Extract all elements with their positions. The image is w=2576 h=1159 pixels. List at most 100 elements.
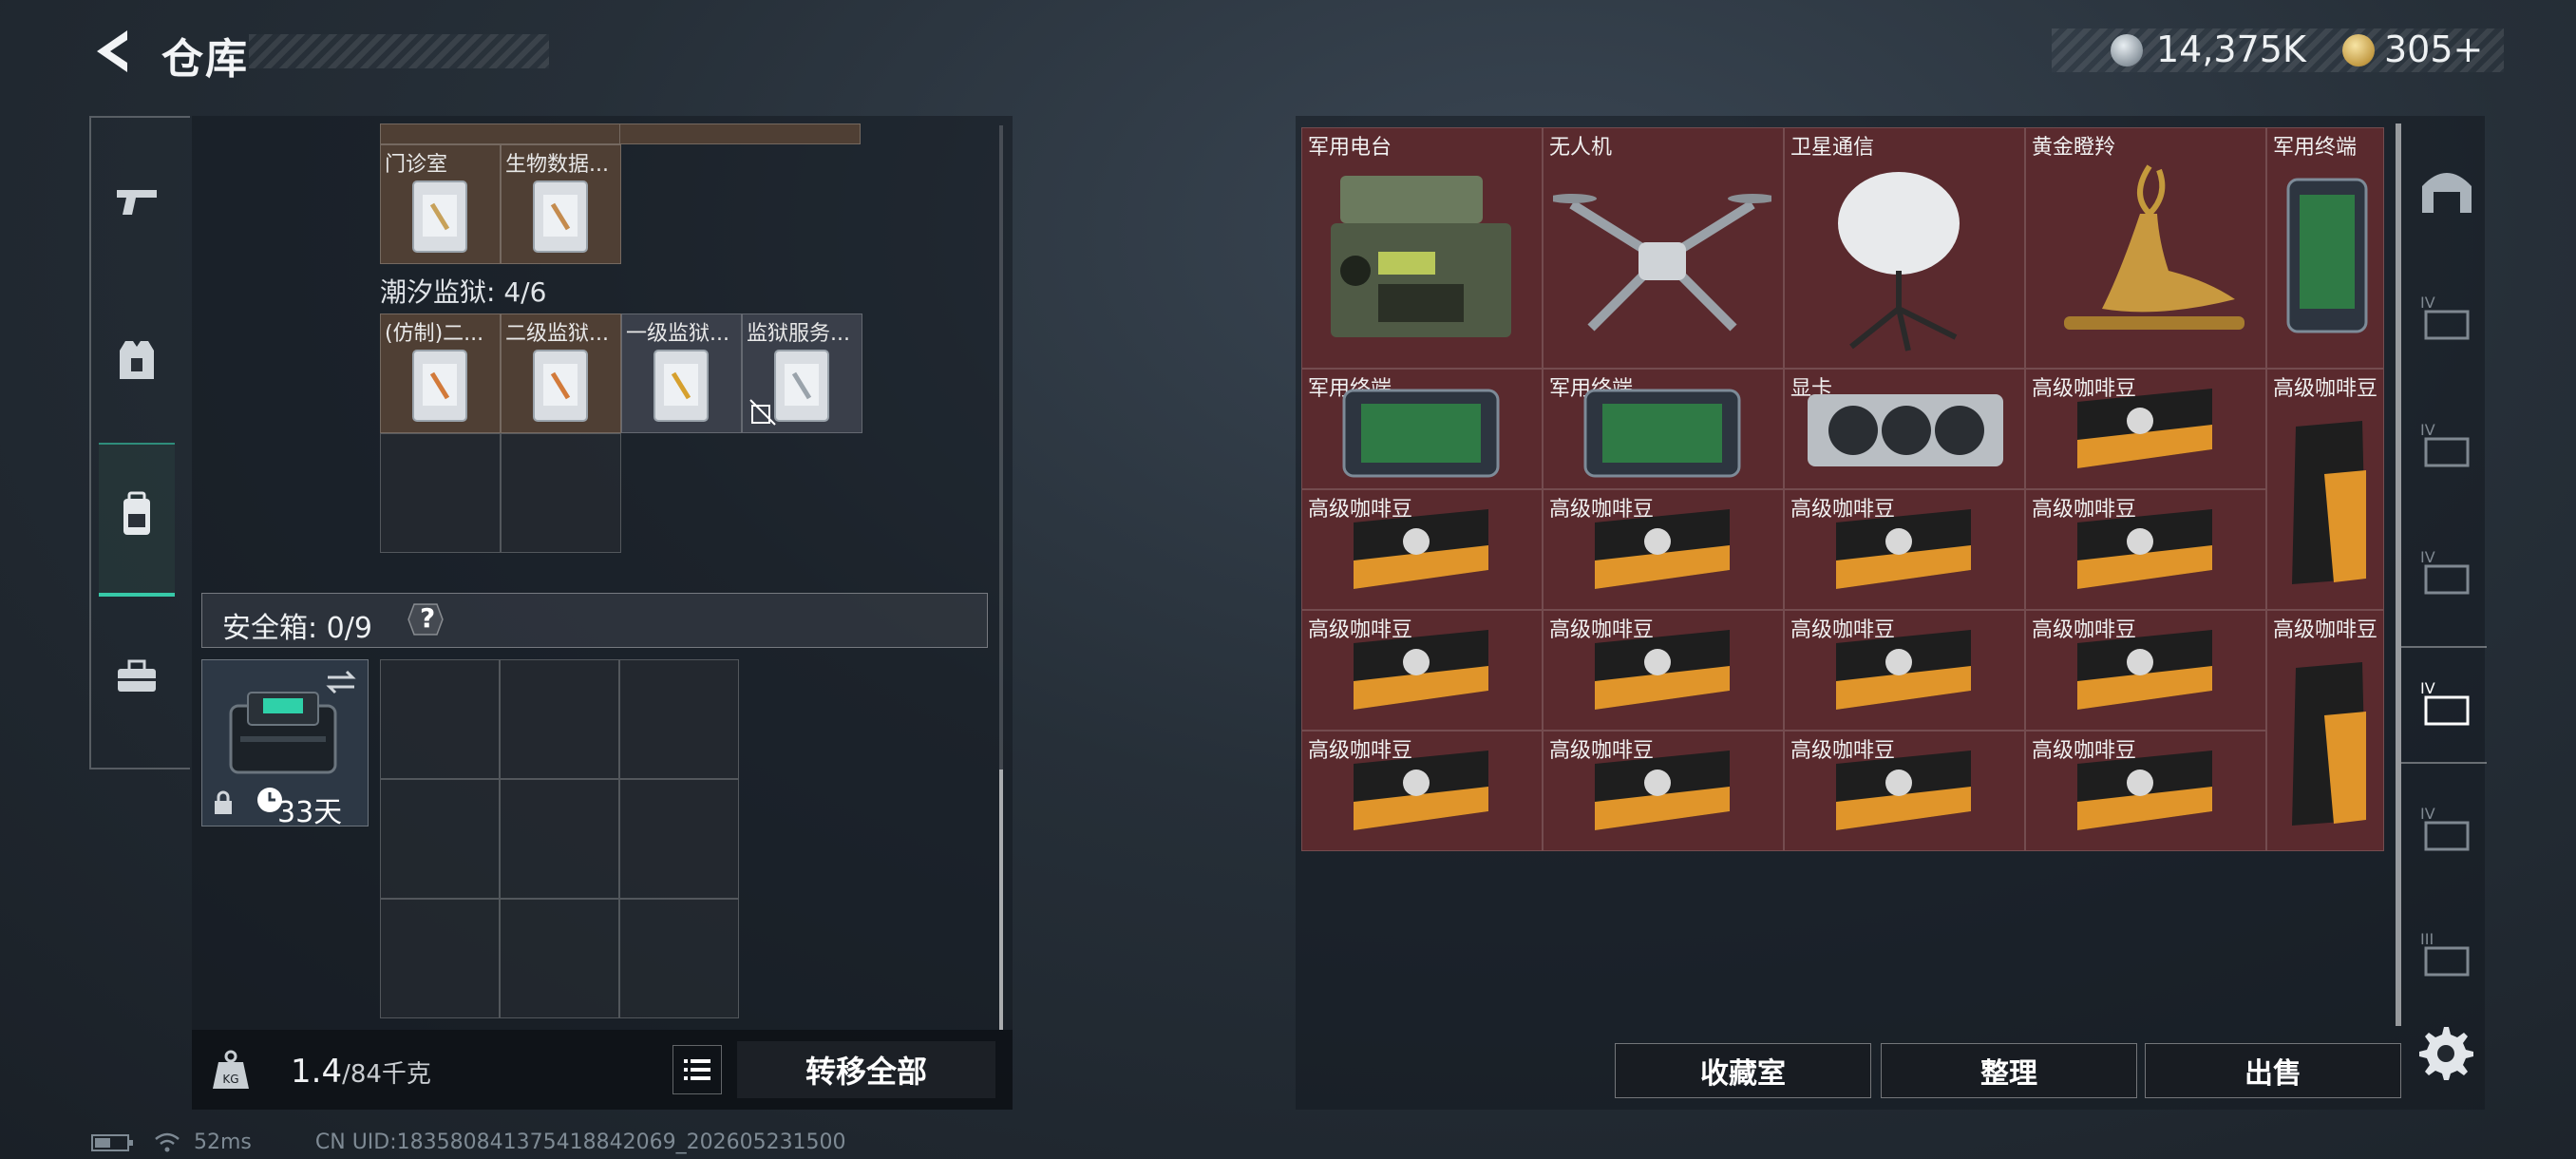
safe-slot[interactable] (380, 659, 500, 779)
item-label: 军用终端 (2273, 136, 2358, 160)
item-label: (仿制)二... (385, 322, 484, 346)
safe-slot[interactable] (500, 899, 619, 1018)
prison-section-label: 潮汐监狱: 4/6 (380, 276, 547, 308)
backpack-icon (123, 491, 150, 535)
sell-button[interactable]: 出售 (2145, 1043, 2401, 1098)
item-slot[interactable]: 门诊室 (380, 144, 501, 264)
tab-armor[interactable] (99, 323, 175, 399)
container-icon: IV (2420, 679, 2470, 726)
safe-slot[interactable] (619, 899, 739, 1018)
item-military-terminal[interactable]: 军用终端 (2266, 127, 2384, 369)
container-icon: IV (2420, 805, 2470, 851)
status-bar: 52ms CN UID:18358084137541884206​9_20260… (91, 1130, 846, 1154)
keycard-icon (412, 350, 467, 422)
safe-slot[interactable] (619, 779, 739, 899)
item-slot[interactable]: (仿制)二... (380, 314, 501, 433)
coffee-bag-icon (2077, 630, 2212, 710)
sort-button[interactable]: 整理 (1881, 1043, 2137, 1098)
settings-button[interactable] (2416, 1024, 2475, 1083)
gear-icon (2419, 1027, 2473, 1080)
rail-tab-storage[interactable] (2413, 156, 2481, 224)
coffee-bag-icon (2292, 662, 2366, 826)
item-label: 二级监狱... (505, 322, 609, 346)
item-coffee-beans[interactable]: 高级咖啡豆 (2266, 610, 2384, 851)
tab-toolbox[interactable] (99, 638, 175, 714)
tab-backpack[interactable] (99, 477, 175, 553)
item-coffee-beans[interactable]: 高级咖啡豆 (1784, 489, 2025, 610)
item-coffee-beans[interactable]: 高级咖啡豆 (1301, 610, 1543, 731)
toolbox-icon (118, 659, 156, 692)
safe-slot[interactable] (619, 659, 739, 779)
item-label: 高级咖啡豆 (2273, 618, 2378, 642)
rail-tab-container[interactable]: III (2413, 920, 2481, 988)
item-coffee-beans[interactable]: 高级咖啡豆 (1301, 489, 1543, 610)
tab-weapons[interactable] (99, 163, 175, 239)
gold-coin-icon (2342, 34, 2375, 66)
item-military-radio[interactable]: 军用电台 (1301, 127, 1543, 369)
drone-icon (1553, 194, 1771, 332)
help-button[interactable]: ? (407, 602, 445, 636)
help-label: ? (420, 602, 436, 634)
coffee-bag-icon (1595, 509, 1730, 589)
safe-slot[interactable] (380, 779, 500, 899)
uid-text: CN UID:18358084137541884206​9_2026052315… (314, 1130, 846, 1154)
terminal-icon (2286, 178, 2368, 333)
svg-text:IV: IV (2420, 805, 2435, 823)
item-coffee-beans[interactable]: 高级咖啡豆 (2025, 610, 2266, 731)
item-coffee-beans[interactable]: 高级咖啡豆 (1784, 731, 2025, 851)
rail-tab-container[interactable]: IV (2413, 538, 2481, 606)
storage-scrollbar[interactable] (2396, 124, 2401, 1026)
container-icon: IV (2420, 421, 2470, 467)
item-coffee-beans[interactable]: 高级咖啡豆 (2025, 731, 2266, 851)
title-decoration (249, 34, 549, 68)
rail-tab-container[interactable]: IV (2413, 283, 2481, 352)
item-coffee-beans[interactable]: 高级咖啡豆 (1543, 610, 1784, 731)
safe-box-duration: 33天 (277, 796, 343, 829)
rail-tab-container[interactable]: IV (2413, 794, 2481, 863)
item-label: 一级监狱... (626, 322, 729, 346)
gold-currency-value[interactable]: 305+ (2384, 28, 2483, 70)
list-view-button[interactable] (672, 1045, 722, 1094)
item-military-terminal[interactable]: 军用终端 (1301, 369, 1543, 489)
svg-text:IV: IV (2420, 548, 2435, 566)
weight-icon: KG (211, 1049, 251, 1091)
weight-capacity: /84千克 (342, 1060, 431, 1089)
empty-slot[interactable] (501, 433, 621, 553)
collection-room-button[interactable]: 收藏室 (1615, 1043, 1871, 1098)
keycard-icon (533, 350, 588, 422)
item-graphics-card[interactable]: 显卡 (1784, 369, 2025, 489)
item-coffee-beans[interactable]: 高级咖啡豆 (2025, 369, 2266, 489)
item-slot[interactable]: 生物数据... (501, 144, 621, 264)
item-coffee-beans[interactable]: 高级咖啡豆 (1543, 489, 1784, 610)
safe-slot[interactable] (380, 899, 500, 1018)
item-slot[interactable]: 监狱服务... (742, 314, 862, 433)
item-coffee-beans[interactable]: 高级咖啡豆 (2266, 369, 2384, 610)
item-slot[interactable]: 一级监狱... (621, 314, 742, 433)
item-coffee-beans[interactable]: 高级咖啡豆 (1784, 610, 2025, 731)
empty-slot[interactable] (380, 433, 501, 553)
item-slot[interactable]: 二级监狱... (501, 314, 621, 433)
item-satellite-comm[interactable]: 卫星通信 (1784, 127, 2025, 369)
weight-readout: 1.4/84千克 (291, 1053, 431, 1091)
swap-icon (326, 670, 356, 694)
svg-text:III: III (2420, 930, 2434, 948)
container-icon: III (2420, 930, 2470, 977)
item-military-terminal[interactable]: 军用终端 (1543, 369, 1784, 489)
safe-slot[interactable] (500, 779, 619, 899)
item-golden-gazelle[interactable]: 黄金瞪羚 (2025, 127, 2266, 369)
item-coffee-beans[interactable]: 高级咖啡豆 (1301, 731, 1543, 851)
rail-tab-container[interactable]: IV (2413, 410, 2481, 479)
backpack-scroll-thumb[interactable] (999, 770, 1003, 1030)
rail-tab-container-active[interactable]: IV (2413, 669, 2481, 737)
partial-slot-row (380, 124, 621, 144)
item-drone[interactable]: 无人机 (1543, 127, 1784, 369)
transfer-all-button[interactable]: 转移全部 (737, 1041, 995, 1098)
back-button[interactable] (84, 23, 141, 80)
coffee-bag-icon (2292, 421, 2366, 584)
coffee-bag-icon (1836, 630, 1971, 710)
safe-slot[interactable] (500, 659, 619, 779)
coffee-bag-icon (2077, 389, 2212, 468)
safe-box-icon (229, 692, 337, 774)
item-coffee-beans[interactable]: 高级咖啡豆 (1543, 731, 1784, 851)
item-coffee-beans[interactable]: 高级咖啡豆 (2025, 489, 2266, 610)
